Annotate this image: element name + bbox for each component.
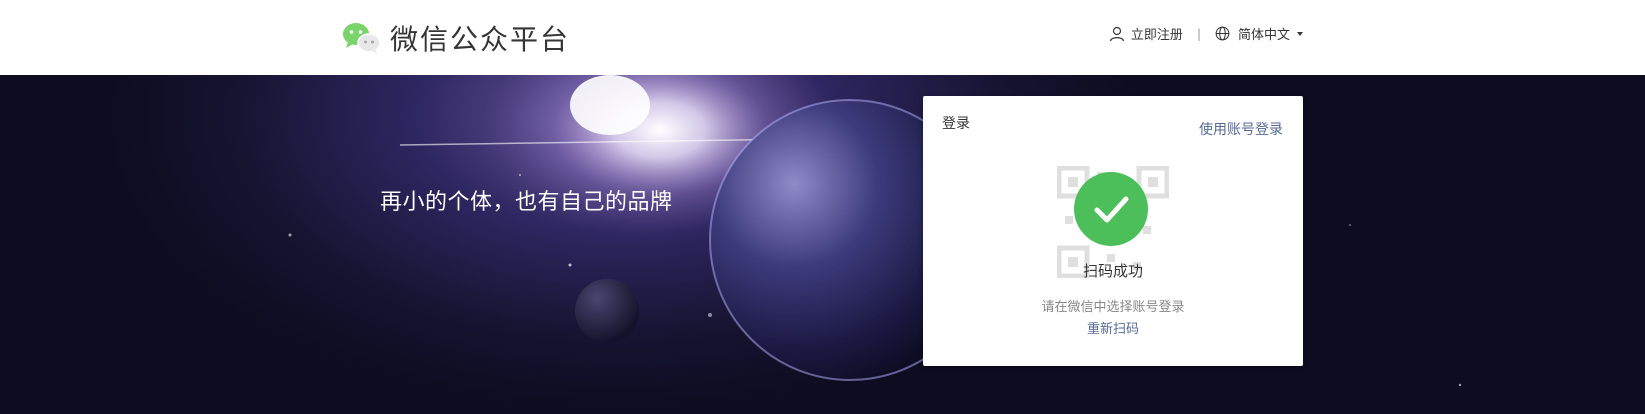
language-selector[interactable]: 简体中文 [1215,24,1303,43]
scan-status: 扫码成功 [1082,262,1143,280]
globe-icon [1215,26,1230,41]
wechat-logo-icon [342,21,382,55]
register-link[interactable]: 立即注册 [1109,24,1183,43]
hero-banner: 再小的个体，也有自己的品牌 [0,75,1645,414]
language-label: 简体中文 [1237,28,1290,43]
account-login-link[interactable]: 使用账号登录 [1199,119,1283,139]
logo[interactable]: 微信公众平台 [342,18,570,58]
check-icon [1074,172,1148,246]
top-header: 微信公众平台 立即注册 | 简体中文 [0,0,1645,75]
space-background [288,75,1462,387]
header-nav: 立即注册 | 简体中文 [1109,24,1303,43]
chevron-down-icon [1297,31,1303,36]
header-separator: | [1196,26,1201,41]
slogan-text: 再小的个体，也有自己的品牌 [380,190,673,215]
login-title: 登录 [942,116,970,132]
login-panel: 登录 使用账号登录 扫码成功 请在微信中选择账号登录 重新扫码 [923,96,1303,366]
scan-hint: 请在微信中选择账号登录 [1041,300,1185,315]
platform-title: 微信公众平台 [390,23,571,56]
register-label: 立即注册 [1130,28,1183,43]
user-icon [1109,26,1125,41]
rescan-link[interactable]: 重新扫码 [923,318,1303,337]
